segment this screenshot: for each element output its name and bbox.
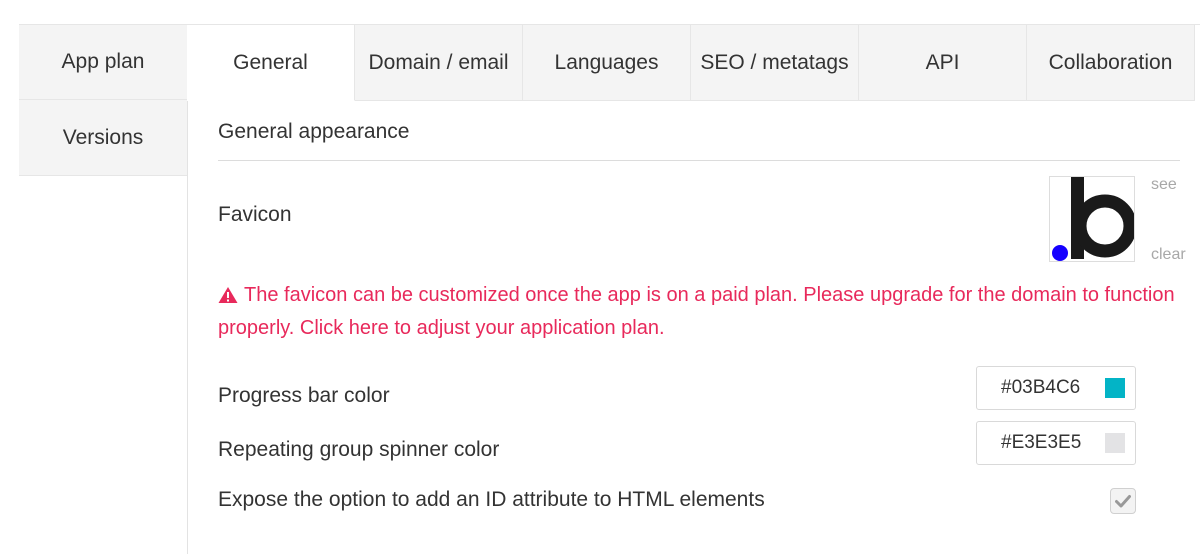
warning-triangle-icon: [218, 283, 238, 313]
section-divider: [218, 160, 1180, 161]
tab-app-plan-label: App plan: [61, 50, 145, 73]
tab-languages-label: Languages: [554, 50, 659, 74]
spinner-color-input[interactable]: #E3E3E5: [976, 421, 1136, 465]
progress-bar-color-label: Progress bar color: [218, 384, 390, 407]
tab-collaboration-label: Collaboration: [1048, 50, 1173, 74]
left-tab-column: App plan Versions: [19, 24, 187, 176]
spinner-color-label: Repeating group spinner color: [218, 438, 500, 461]
tab-api[interactable]: API: [859, 25, 1027, 101]
paid-plan-warning[interactable]: The favicon can be customized once the a…: [218, 280, 1178, 343]
tab-collaboration[interactable]: Collaboration: [1027, 25, 1195, 101]
tab-general-label: General: [233, 50, 308, 74]
section-title: General appearance: [218, 120, 410, 143]
content-left-border: [187, 24, 188, 554]
tab-versions-label: Versions: [62, 125, 144, 149]
tab-general[interactable]: General: [187, 25, 355, 101]
settings-page: App plan Versions General Domain / email…: [0, 0, 1200, 554]
favicon-see-link[interactable]: see: [1151, 176, 1177, 194]
progress-bar-color-value: #03B4C6: [1001, 377, 1081, 398]
tab-domain-email-label: Domain / email: [368, 50, 509, 74]
tab-api-label: API: [925, 50, 960, 74]
favicon-preview[interactable]: [1049, 176, 1135, 262]
top-tab-bar: General Domain / email Languages SEO / m…: [187, 24, 1200, 101]
favicon-clear-link[interactable]: clear: [1151, 246, 1186, 264]
tab-domain-email[interactable]: Domain / email: [355, 25, 523, 101]
tab-app-plan[interactable]: App plan: [19, 24, 187, 100]
warning-text: The favicon can be customized once the a…: [218, 284, 1175, 339]
spinner-color-value: #E3E3E5: [1001, 432, 1082, 453]
expose-id-checkbox[interactable]: [1110, 488, 1136, 514]
progress-bar-color-swatch[interactable]: [1105, 378, 1125, 398]
expose-id-label: Expose the option to add an ID attribute…: [218, 488, 765, 511]
bubble-b-logo-icon: [1052, 177, 1134, 261]
checkmark-icon: [1115, 495, 1131, 508]
tab-seo-metatags[interactable]: SEO / metatags: [691, 25, 859, 101]
tab-versions[interactable]: Versions: [19, 100, 187, 176]
favicon-label: Favicon: [218, 203, 292, 226]
tab-languages[interactable]: Languages: [523, 25, 691, 101]
progress-bar-color-input[interactable]: #03B4C6: [976, 366, 1136, 410]
spinner-color-swatch[interactable]: [1105, 433, 1125, 453]
tab-seo-metatags-label: SEO / metatags: [700, 50, 849, 74]
